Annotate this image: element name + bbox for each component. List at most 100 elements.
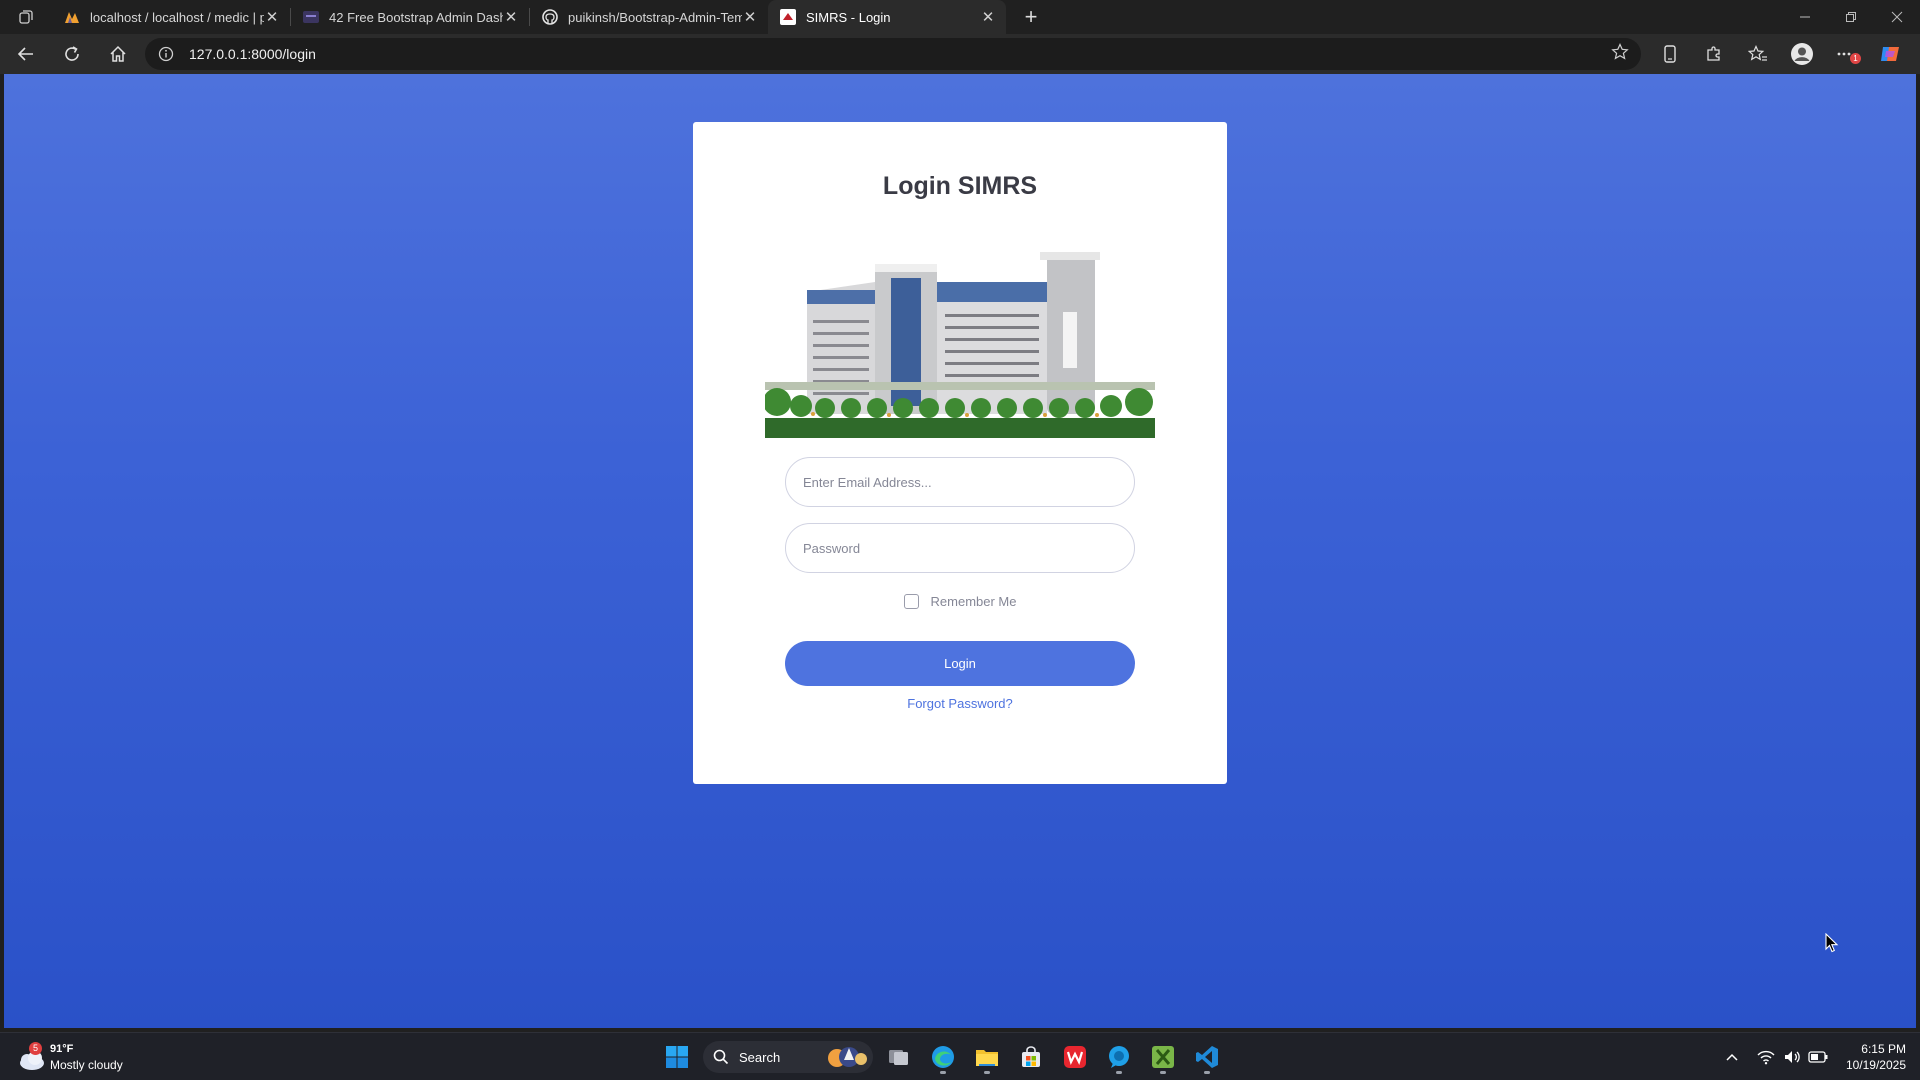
- weather-widget[interactable]: 5 91°F Mostly cloudy: [14, 1039, 134, 1075]
- back-arrow-icon: [17, 47, 33, 61]
- new-tab-button[interactable]: +: [1014, 0, 1048, 34]
- close-tab-icon[interactable]: ✕: [503, 9, 519, 26]
- password-field[interactable]: [785, 523, 1135, 573]
- taskbar-edge[interactable]: [921, 1039, 965, 1075]
- search-icon: [713, 1049, 729, 1065]
- speaker-icon: [1784, 1051, 1800, 1063]
- refresh-button[interactable]: [52, 38, 92, 70]
- tab-title: 42 Free Bootstrap Admin Dashboa: [329, 9, 503, 25]
- chat-bubble-icon: [1109, 1046, 1129, 1068]
- remember-me-checkbox[interactable]: [903, 594, 919, 609]
- battery-icon: [1808, 1051, 1828, 1063]
- weather-temperature: 91°F: [50, 1043, 74, 1055]
- home-icon: [110, 45, 126, 62]
- start-button[interactable]: [655, 1039, 699, 1075]
- page-thumbnail-icon: [303, 9, 319, 25]
- url-text: 127.0.0.1:8000/login: [189, 46, 316, 62]
- windows-taskbar: 5 91°F Mostly cloudy Search 6:15 PM 10/1…: [0, 1032, 1920, 1080]
- volume-button[interactable]: [1780, 1045, 1804, 1069]
- copilot-button[interactable]: [1868, 38, 1912, 70]
- running-indicator: [1160, 1071, 1166, 1074]
- clock-date: 10/19/2025: [1845, 1058, 1906, 1072]
- close-tab-icon[interactable]: ✕: [980, 9, 996, 26]
- restore-button[interactable]: [1828, 0, 1874, 34]
- settings-more-button[interactable]: 1: [1824, 38, 1868, 70]
- running-indicator: [1116, 1071, 1122, 1074]
- tab-bootstrap-dashboards[interactable]: 42 Free Bootstrap Admin Dashboa ✕: [291, 0, 529, 34]
- login-card: Login SIMRS Enter Email Address... Remem…: [693, 122, 1227, 784]
- minimize-icon: [1800, 16, 1810, 18]
- tab-phpmyadmin[interactable]: localhost / localhost / medic | php ✕: [52, 0, 290, 34]
- remember-me-row[interactable]: Remember Me: [693, 594, 1227, 609]
- browser-toolbar: 127.0.0.1:8000/login 1: [0, 34, 1920, 74]
- extensions-button[interactable]: [1692, 38, 1736, 70]
- tab-title: SIMRS - Login: [806, 9, 891, 25]
- simrs-icon: [780, 9, 796, 25]
- taskbar-apps: Search: [655, 1039, 1229, 1075]
- plus-icon: +: [1024, 4, 1038, 29]
- close-tab-icon[interactable]: ✕: [264, 9, 280, 26]
- minimize-button[interactable]: [1782, 0, 1828, 34]
- email-field[interactable]: [785, 457, 1135, 507]
- login-button[interactable]: Login: [785, 641, 1135, 686]
- window-controls: [1782, 0, 1920, 34]
- running-indicator: [1204, 1071, 1210, 1074]
- taskbar-search[interactable]: Search: [703, 1041, 873, 1073]
- clock[interactable]: 6:15 PM 10/19/2025: [1846, 1041, 1906, 1073]
- battery-button[interactable]: [1806, 1045, 1830, 1069]
- weather-description: Mostly cloudy: [50, 1058, 123, 1072]
- close-tab-icon[interactable]: ✕: [742, 9, 758, 26]
- tab-title: puikinsh/Bootstrap-Admin-Templ: [568, 9, 742, 25]
- show-hidden-icons-button[interactable]: [1720, 1045, 1744, 1069]
- workspaces-button[interactable]: [0, 0, 52, 34]
- tab-simrs-login[interactable]: SIMRS - Login ✕: [768, 0, 1006, 34]
- mouse-cursor-icon: [1825, 933, 1839, 953]
- back-button[interactable]: [6, 38, 46, 70]
- taskbar-xampp[interactable]: [1141, 1039, 1185, 1075]
- store-bag-icon: [1022, 1046, 1040, 1067]
- refresh-icon: [65, 46, 79, 61]
- phone-icon: [1664, 45, 1676, 63]
- profile-button[interactable]: [1780, 38, 1824, 70]
- wifi-button[interactable]: [1754, 1045, 1778, 1069]
- taskbar-chat-app[interactable]: [1097, 1039, 1141, 1075]
- workspaces-icon: [19, 10, 33, 24]
- browser-tab-strip: localhost / localhost / medic | php ✕ 42…: [0, 0, 1920, 34]
- wifi-icon: [1757, 1050, 1775, 1065]
- site-info-icon[interactable]: [157, 45, 175, 63]
- task-view-icon: [889, 1050, 908, 1065]
- tab-title: localhost / localhost / medic | php: [90, 9, 264, 25]
- notification-badge: 1: [1850, 53, 1861, 64]
- puzzle-icon: [1707, 46, 1720, 61]
- page-title: Login SIMRS: [882, 172, 1038, 200]
- favorites-button[interactable]: [1736, 38, 1780, 70]
- search-label: Search: [739, 1049, 781, 1065]
- phpmyadmin-icon: [64, 9, 80, 25]
- copilot-icon: [1881, 47, 1899, 61]
- toolbar-actions: 1: [1648, 38, 1912, 70]
- taskbar-vscode[interactable]: [1185, 1039, 1229, 1075]
- taskbar-wps-office[interactable]: [1053, 1039, 1097, 1075]
- hospital-building-illustration: [765, 242, 1155, 438]
- favorite-star-icon[interactable]: [1611, 42, 1629, 66]
- close-icon: [1891, 11, 1903, 23]
- task-view-button[interactable]: [877, 1039, 921, 1075]
- taskbar-file-explorer[interactable]: [965, 1039, 1009, 1075]
- app-available-button[interactable]: [1648, 38, 1692, 70]
- remember-me-label[interactable]: Remember Me: [931, 594, 1017, 609]
- taskbar-store[interactable]: [1009, 1039, 1053, 1075]
- edge-browser-icon: [932, 1046, 954, 1068]
- system-tray: 6:15 PM 10/19/2025: [1718, 1039, 1906, 1075]
- search-highlight-icon: [828, 1047, 867, 1067]
- favorites-icon: [1748, 45, 1767, 61]
- close-window-button[interactable]: [1874, 0, 1920, 34]
- page-viewport: Login SIMRS Enter Email Address... Remem…: [4, 74, 1916, 1028]
- weather-badge: 5: [29, 1042, 42, 1055]
- tab-github-repo[interactable]: puikinsh/Bootstrap-Admin-Templ ✕: [530, 0, 768, 34]
- running-indicator: [984, 1071, 990, 1074]
- xampp-icon: [1152, 1046, 1174, 1068]
- forgot-password-link[interactable]: Forgot Password?: [693, 696, 1227, 711]
- clock-time: 6:15 PM: [1861, 1042, 1906, 1056]
- home-button[interactable]: [98, 38, 138, 70]
- address-bar[interactable]: 127.0.0.1:8000/login: [145, 38, 1641, 70]
